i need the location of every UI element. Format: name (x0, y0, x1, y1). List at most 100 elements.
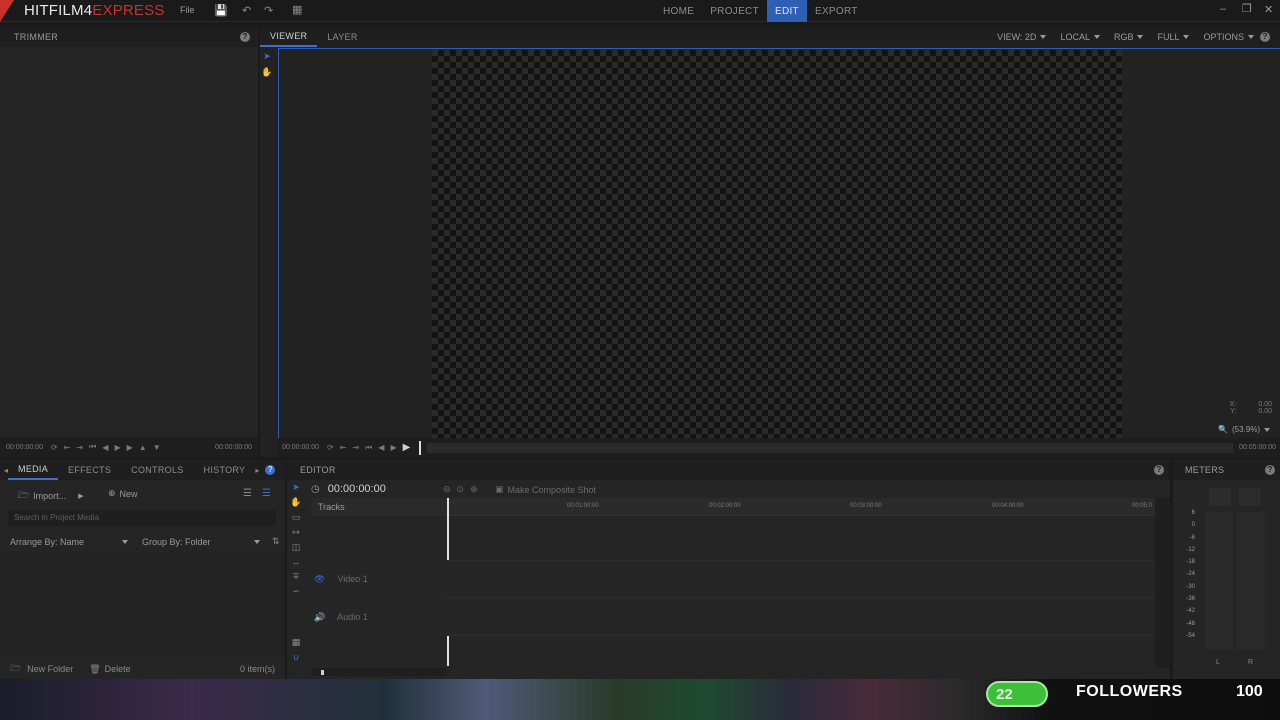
insert-icon[interactable]: ▲ (139, 443, 147, 452)
slide-tool-icon[interactable]: ↔ (289, 557, 303, 567)
viewer-help-icon[interactable]: ? (1260, 32, 1270, 42)
import-button[interactable]: 🗁 Import... ▶ (18, 488, 84, 504)
tab-media[interactable]: MEDIA (8, 460, 59, 480)
zoom-fit-icon[interactable]: ⊙ (457, 484, 465, 495)
restore-icon[interactable]: ❐ (1242, 2, 1252, 15)
tab-export[interactable]: EXPORT (807, 0, 866, 22)
arrange-by-dropdown[interactable]: Arrange By: Name (10, 537, 128, 547)
y-value: 0.00 (1258, 408, 1272, 415)
options-dropdown[interactable]: OPTIONS (1203, 32, 1254, 42)
grid-icon[interactable]: ▦ (292, 3, 302, 16)
zoom-control[interactable]: 🔍 (53.9%) (1218, 425, 1270, 434)
detail-view-icon[interactable]: ☰ (262, 488, 271, 499)
tab-home[interactable]: HOME (655, 0, 702, 22)
channel-dropdown[interactable]: RGB (1114, 32, 1144, 42)
rate-tool-icon[interactable]: ∽ (289, 586, 303, 597)
speaker-icon[interactable]: 🔊 (314, 612, 325, 623)
editor-vertical-scrollbar[interactable] (1155, 498, 1170, 668)
loop-icon[interactable]: ⟳ (51, 443, 58, 452)
media-help-icon[interactable]: ? (265, 465, 276, 475)
select-tool-icon[interactable]: ➤ (260, 51, 274, 62)
editor-timecode[interactable]: ◷ 00:00:00:00 (311, 483, 386, 495)
zoom-in-icon[interactable]: ⊕ (470, 484, 478, 495)
tabs-right-icon[interactable]: ▸ (255, 466, 259, 475)
redo-icon[interactable]: ↷ (264, 4, 273, 17)
step-back-icon[interactable]: ◀ (102, 443, 108, 452)
space-dropdown[interactable]: LOCAL (1060, 32, 1100, 42)
meter-scale: 6 0 -6 -12 -18 -24 -30 -36 -42 -48 -54 (1181, 510, 1201, 645)
viewer-scrub-bar[interactable] (427, 442, 1234, 453)
close-icon[interactable]: ✕ (1264, 3, 1273, 16)
delete-button[interactable]: Delete (105, 664, 131, 674)
hand-tool-icon[interactable]: ✋ (260, 67, 274, 78)
step-forward-icon[interactable]: ▶ (114, 443, 120, 452)
view-mode-dropdown[interactable]: VIEW: 2D (997, 32, 1047, 42)
editor-help-icon[interactable]: ? (1154, 465, 1164, 475)
item-count: 0 item(s) (239, 664, 275, 674)
zoom-out-icon[interactable]: ⊖ (443, 484, 451, 495)
visibility-eye-icon[interactable]: 👁 (314, 574, 325, 585)
new-folder-button[interactable]: New Folder (27, 664, 73, 674)
editor-panel: EDITOR ? ➤ ✋ ▭ ↦ ◫ ↔ ∓ ∽ ▦ ∪ ◷ 00:00:00:… (287, 460, 1170, 679)
group-by-dropdown[interactable]: Group By: Folder (142, 537, 260, 547)
editor-hand-tool-icon[interactable]: ✋ (289, 497, 303, 508)
overlay-icon[interactable]: ▼ (153, 443, 161, 452)
viewer-playhead[interactable] (419, 440, 422, 455)
audio-track-lane[interactable] (446, 598, 1155, 636)
logo-sub: EXPRESS (92, 2, 165, 19)
viewer-step-forward-icon[interactable]: ▶ (390, 443, 396, 452)
file-menu[interactable]: File (180, 5, 195, 15)
viewer-loop-icon[interactable]: ⟳ (327, 443, 334, 452)
viewer-play-icon[interactable]: ▶ (403, 442, 411, 453)
ripple-tool-icon[interactable]: ↦ (289, 527, 303, 538)
space-label: LOCAL (1060, 32, 1090, 42)
play-icon[interactable]: ▶ (127, 443, 133, 452)
meters-help-icon[interactable]: ? (1265, 465, 1275, 475)
trash-icon[interactable]: 🗑 (89, 664, 100, 675)
ruler-label-1: 00:01:00:00 (567, 503, 599, 509)
track-zoom-slider[interactable] (311, 668, 446, 676)
new-label: New (119, 488, 138, 499)
sort-icon[interactable]: ⇅ (272, 536, 280, 547)
viewer-canvas[interactable] (432, 50, 1122, 438)
new-button[interactable]: ⊕ New (108, 488, 138, 499)
viewer-go-start-icon[interactable]: ⏮ (365, 443, 372, 453)
snap-icon[interactable]: ∪ (289, 652, 303, 663)
editor-select-tool-icon[interactable]: ➤ (289, 482, 303, 493)
tab-layer[interactable]: LAYER (317, 27, 367, 47)
tab-project[interactable]: PROJECT (702, 0, 767, 22)
viewer-set-out-icon[interactable]: ⇥ (352, 443, 359, 452)
slice-tool-icon[interactable]: ▭ (289, 512, 303, 523)
media-list[interactable] (0, 552, 285, 658)
timeline-ruler[interactable]: 00:01:00:00 00:02:00:00 00:03:00:00 00:0… (446, 498, 1155, 516)
undo-icon[interactable]: ↶ (242, 4, 251, 17)
tab-effects[interactable]: EFFECTS (58, 460, 121, 480)
import-arrow-icon: ▶ (78, 493, 84, 500)
tab-history[interactable]: HISTORY (194, 460, 256, 480)
save-icon[interactable]: 💾 (214, 4, 228, 17)
set-out-icon[interactable]: ⇥ (76, 443, 83, 452)
scale-tick: -42 (1186, 608, 1195, 615)
viewer-set-in-icon[interactable]: ⇤ (340, 443, 347, 452)
viewer-step-back-icon[interactable]: ◀ (378, 443, 384, 452)
tab-controls[interactable]: CONTROLS (121, 460, 193, 480)
minimize-icon[interactable]: – (1220, 3, 1226, 15)
quality-dropdown[interactable]: FULL (1157, 32, 1190, 42)
tab-viewer[interactable]: VIEWER (260, 27, 318, 47)
list-view-icon[interactable]: ☰ (243, 488, 252, 499)
slip-tool-icon[interactable]: ∓ (289, 571, 303, 582)
make-composite-button[interactable]: ▣ Make Composite Shot (495, 484, 596, 495)
video-track-lane[interactable] (446, 560, 1155, 598)
tab-edit[interactable]: EDIT (766, 0, 807, 22)
search-placeholder: Search in Project Media (14, 513, 99, 522)
scale-tick: -12 (1186, 546, 1195, 553)
roll-tool-icon[interactable]: ◫ (289, 542, 303, 553)
trimmer-header: TRIMMER (0, 27, 258, 47)
trimmer-help-icon[interactable]: ? (240, 32, 250, 42)
new-folder-icon[interactable]: 🗁 (10, 661, 21, 677)
set-in-icon[interactable]: ⇤ (64, 443, 71, 452)
track-options-icon[interactable]: ▦ (289, 637, 303, 648)
search-input[interactable]: Search in Project Media (8, 510, 276, 526)
viewer-controls: 00:00:00:00 ⟳ ⇤ ⇥ ⏮ ◀ ▶ ▶ 00:05:00:00 (278, 438, 1280, 457)
go-start-icon[interactable]: ⏮ (89, 442, 96, 452)
